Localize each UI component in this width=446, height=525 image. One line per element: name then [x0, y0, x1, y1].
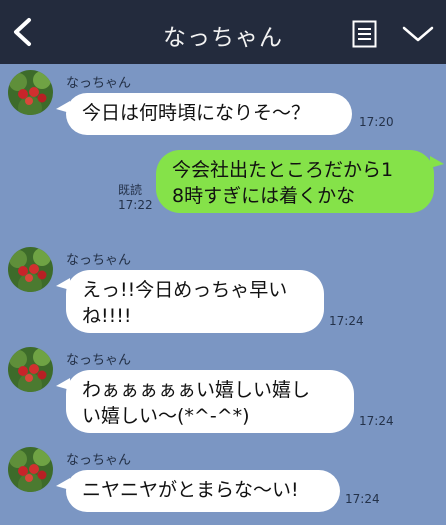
message-text-line: えっ!!今日めっちゃ早い: [82, 279, 288, 301]
message-time: 17:20: [359, 115, 394, 129]
avatar[interactable]: [8, 347, 53, 392]
chevron-down-icon[interactable]: [402, 24, 434, 44]
read-receipt: 既読 17:22: [118, 183, 153, 213]
avatar[interactable]: [8, 247, 53, 292]
message-text: 今日は何時頃になりそ〜？: [82, 102, 311, 124]
message-bubble[interactable]: えっ!!今日めっちゃ早い ね!!!!: [56, 270, 324, 333]
message-text-line: い嬉しい〜(*^-^*): [82, 405, 250, 427]
avatar[interactable]: [8, 447, 53, 492]
message-text-line: ね!!!!: [82, 305, 132, 327]
message-bubble[interactable]: わぁぁぁぁぁい嬉しい嬉し い嬉しい〜(*^-^*): [56, 370, 354, 433]
read-label: 既読: [118, 183, 143, 197]
message-bubble[interactable]: 今会社出たところだから1 8時すぎには着くかな: [156, 150, 444, 213]
message-text: ニヤニヤがとまらな〜い!: [82, 479, 299, 501]
message-text-line: 8時すぎには着くかな: [172, 185, 356, 207]
message-bubble[interactable]: 今日は何時頃になりそ〜？: [56, 93, 352, 135]
message-bubble[interactable]: ニヤニヤがとまらな〜い!: [56, 470, 340, 512]
note-list-icon[interactable]: [352, 20, 377, 48]
sender-name: なっちゃん: [66, 253, 132, 268]
sender-name: なっちゃん: [66, 453, 132, 468]
message-time: 17:24: [359, 414, 394, 428]
message-text-line: 今会社出たところだから1: [172, 159, 394, 181]
sender-name: なっちゃん: [66, 76, 132, 91]
sender-name: なっちゃん: [66, 353, 132, 368]
message-time: 17:24: [345, 492, 380, 506]
message-text-line: わぁぁぁぁぁい嬉しい嬉し: [82, 379, 311, 401]
avatar[interactable]: [8, 70, 53, 115]
message-time: 17:22: [118, 198, 153, 212]
chat-title: なっちゃん: [163, 25, 283, 51]
chat-header: なっちゃん: [0, 0, 446, 64]
message-time: 17:24: [329, 314, 364, 328]
